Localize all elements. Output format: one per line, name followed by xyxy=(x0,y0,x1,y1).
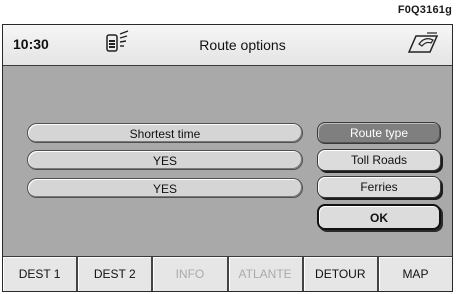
ok-button[interactable]: OK xyxy=(317,204,441,230)
softkey-atlante: ATLANTE xyxy=(229,257,304,291)
clock: 10:30 xyxy=(13,36,49,52)
route-options-panel: Shortest time YES YES Route type Toll Ro… xyxy=(3,66,452,255)
page-title: Route options xyxy=(199,37,286,53)
figure-code: F0Q3161g xyxy=(397,4,452,16)
softkey-bar: DEST 1 DEST 2 INFO ATLANTE DETOUR MAP xyxy=(3,256,452,291)
header-bar: 10:30 Route options xyxy=(3,25,452,66)
toll-roads-value: YES xyxy=(27,150,303,170)
ferries-button[interactable]: Ferries xyxy=(317,176,441,198)
signal-icon xyxy=(106,30,129,52)
softkey-detour[interactable]: DETOUR xyxy=(304,257,379,291)
nav-screen: 10:30 Route options Shortest time YES YE… xyxy=(2,24,453,292)
ferries-value: YES xyxy=(27,178,303,198)
phone-icon[interactable] xyxy=(406,30,440,56)
softkey-dest1[interactable]: DEST 1 xyxy=(3,257,79,291)
route-type-button[interactable]: Route type xyxy=(317,122,441,144)
toll-roads-button[interactable]: Toll Roads xyxy=(317,149,441,171)
softkey-info: INFO xyxy=(153,257,229,291)
softkey-dest2[interactable]: DEST 2 xyxy=(78,257,154,291)
route-type-value: Shortest time xyxy=(27,123,303,143)
softkey-map[interactable]: MAP xyxy=(379,257,452,291)
